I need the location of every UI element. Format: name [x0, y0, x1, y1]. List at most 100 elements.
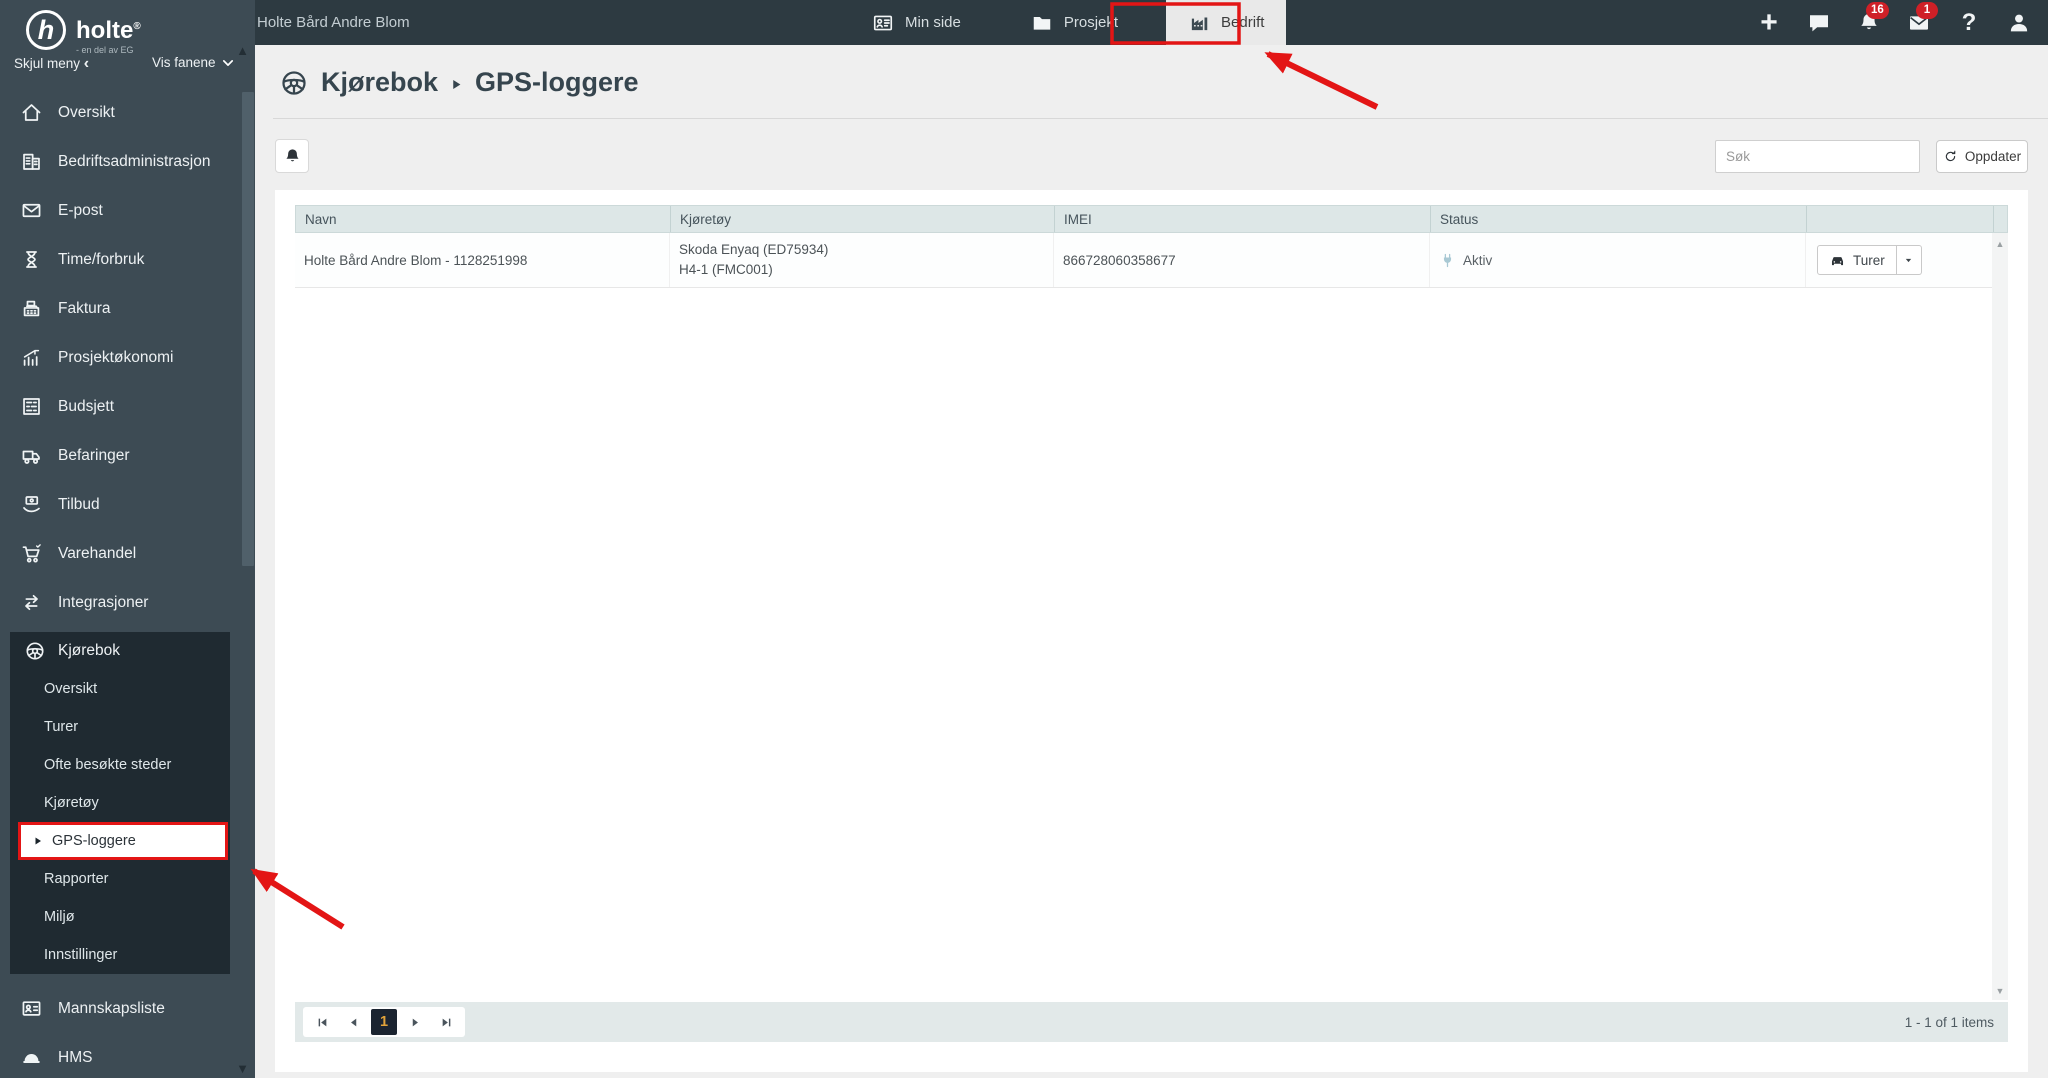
kjorebok-section: Kjørebok Oversikt Turer Ofte besøkte ste…	[10, 632, 230, 974]
main-nav-tabs: Min side Prosjekt Bedrift	[850, 0, 1286, 45]
sidebar-item-label: Bedriftsadministrasjon	[58, 153, 210, 171]
sidebar-item-kjorebok[interactable]: Kjørebok	[10, 632, 230, 670]
folder-icon	[1031, 12, 1053, 34]
table-header-row: Navn Kjøretøy IMEI Status	[295, 205, 2008, 233]
current-page-button[interactable]: 1	[371, 1009, 397, 1035]
sidebar-scrollbar-thumb[interactable]	[242, 92, 254, 566]
submenu-item-rapporter[interactable]: Rapporter	[10, 860, 230, 898]
chat-bubble-icon	[1807, 11, 1831, 35]
header-divider	[273, 118, 2048, 119]
notifications-button[interactable]: 16	[1856, 10, 1882, 36]
scroll-up-icon[interactable]: ▲	[1992, 239, 2008, 249]
status-badge: Aktiv	[1439, 252, 1492, 269]
id-card-icon	[872, 12, 894, 34]
app-logo[interactable]: h holte® - en del av EG	[26, 10, 141, 55]
trips-dropdown-button[interactable]	[1897, 245, 1922, 275]
main-content: Kjørebok GPS-loggere Oppdater Navn Kjøre…	[255, 45, 2048, 1078]
add-button[interactable]: +	[1756, 10, 1782, 36]
sidebar-item-bedriftsadministrasjon[interactable]: Bedriftsadministrasjon	[0, 137, 255, 186]
envelope-icon	[20, 199, 43, 222]
sidebar-item-prosjektokonomi[interactable]: Prosjektøkonomi	[0, 333, 255, 382]
sidebar-item-label: Varehandel	[58, 545, 136, 563]
submenu-label: Oversikt	[44, 681, 97, 697]
collapse-menu-button[interactable]: Skjul meny ‹	[14, 55, 89, 73]
refresh-button[interactable]: Oppdater	[1936, 140, 2028, 173]
sidebar-item-label: E-post	[58, 202, 103, 220]
plus-icon: +	[1760, 10, 1778, 36]
messages-button[interactable]: 1	[1906, 10, 1932, 36]
trips-button-label: Turer	[1853, 253, 1885, 268]
sidebar-item-budsjett[interactable]: Budsjett	[0, 382, 255, 431]
sidebar: h holte® - en del av EG Skjul meny ‹ Vis…	[0, 0, 255, 1078]
top-bar: Holte Bård Andre Blom Min side Prosjekt …	[0, 0, 2048, 45]
sidebar-item-label: Tilbud	[58, 496, 100, 514]
factory-icon	[1188, 12, 1210, 34]
building-icon	[20, 150, 43, 173]
first-page-button[interactable]	[309, 1010, 335, 1034]
plug-icon	[1439, 252, 1456, 269]
breadcrumb: Kjørebok GPS-loggere	[279, 67, 639, 98]
scroll-corner	[1993, 206, 2007, 232]
column-header-kjoretoy: Kjøretøy	[670, 206, 1054, 232]
tab-bedrift[interactable]: Bedrift	[1166, 0, 1286, 45]
submenu-label: Rapporter	[44, 871, 108, 887]
logo-registered-mark: ®	[133, 21, 140, 32]
submenu-item-ofte-besokte-steder[interactable]: Ofte besøkte steder	[10, 746, 230, 784]
last-page-icon	[441, 1017, 452, 1028]
show-tabs-label: Vis fanene	[152, 55, 216, 70]
submenu-item-gps-loggere[interactable]: GPS-loggere	[18, 822, 228, 860]
bell-icon	[283, 147, 302, 166]
previous-page-button[interactable]	[340, 1010, 366, 1034]
table-scrollbar[interactable]: ▲ ▼	[1992, 233, 2008, 1000]
status-label: Aktiv	[1463, 253, 1492, 268]
column-header-navn: Navn	[296, 206, 670, 232]
last-page-button[interactable]	[433, 1010, 459, 1034]
breadcrumb-section[interactable]: Kjørebok	[321, 67, 438, 98]
selected-marker-icon	[33, 836, 43, 846]
chat-button[interactable]	[1806, 10, 1832, 36]
sidebar-item-hms[interactable]: HMS	[0, 1033, 255, 1078]
ledger-icon	[20, 395, 43, 418]
tab-prosjekt[interactable]: Prosjekt	[1009, 0, 1140, 45]
pagination: 1	[303, 1007, 465, 1037]
sidebar-item-oversikt[interactable]: Oversikt	[0, 88, 255, 137]
sidebar-item-label: Budsjett	[58, 398, 114, 416]
sidebar-scroll-down-icon[interactable]: ▼	[236, 1062, 249, 1075]
sidebar-item-label: Befaringer	[58, 447, 130, 465]
scroll-down-icon[interactable]: ▼	[1992, 986, 2008, 996]
sidebar-item-epost[interactable]: E-post	[0, 186, 255, 235]
sidebar-item-mannskapsliste[interactable]: Mannskapsliste	[0, 984, 255, 1033]
search-input[interactable]	[1715, 140, 1920, 173]
submenu-item-innstillinger[interactable]: Innstillinger	[10, 936, 230, 974]
cell-name: Holte Bård Andre Blom - 1128251998	[295, 233, 669, 287]
sidebar-item-tilbud[interactable]: Tilbud	[0, 480, 255, 529]
top-icon-bar: + 16 1 ?	[1756, 0, 2032, 45]
submenu-item-turer[interactable]: Turer	[10, 708, 230, 746]
tab-min-side[interactable]: Min side	[850, 0, 983, 45]
column-header-imei: IMEI	[1054, 206, 1430, 232]
sidebar-scroll-up-icon[interactable]: ▲	[236, 44, 249, 57]
refresh-label: Oppdater	[1965, 149, 2021, 164]
sidebar-item-varehandel[interactable]: Varehandel	[0, 529, 255, 578]
sidebar-item-time-forbruk[interactable]: Time/forbruk	[0, 235, 255, 284]
sidebar-item-befaringer[interactable]: Befaringer	[0, 431, 255, 480]
hourglass-icon	[20, 248, 43, 271]
sidebar-item-integrasjoner[interactable]: Integrasjoner	[0, 578, 255, 627]
next-page-button[interactable]	[402, 1010, 428, 1034]
truck-icon	[20, 444, 43, 467]
submenu-item-oversikt[interactable]: Oversikt	[10, 670, 230, 708]
submenu-item-kjoretoy[interactable]: Kjøretøy	[10, 784, 230, 822]
alerts-button[interactable]	[275, 139, 309, 173]
table-footer: 1 1 - 1 of 1 items	[295, 1002, 2008, 1042]
profile-button[interactable]	[2006, 10, 2032, 36]
chevron-down-icon	[221, 56, 235, 70]
submenu-item-miljo[interactable]: Miljø	[10, 898, 230, 936]
steering-wheel-icon	[279, 68, 309, 98]
show-tabs-button[interactable]: Vis fanene	[152, 55, 235, 70]
cell-vehicle-line2: H4-1 (FMC001)	[679, 260, 828, 280]
sidebar-item-faktura[interactable]: Faktura	[0, 284, 255, 333]
trips-button[interactable]: Turer	[1817, 245, 1897, 275]
first-page-icon	[317, 1017, 328, 1028]
caret-down-icon	[1904, 256, 1913, 265]
help-button[interactable]: ?	[1956, 10, 1982, 36]
